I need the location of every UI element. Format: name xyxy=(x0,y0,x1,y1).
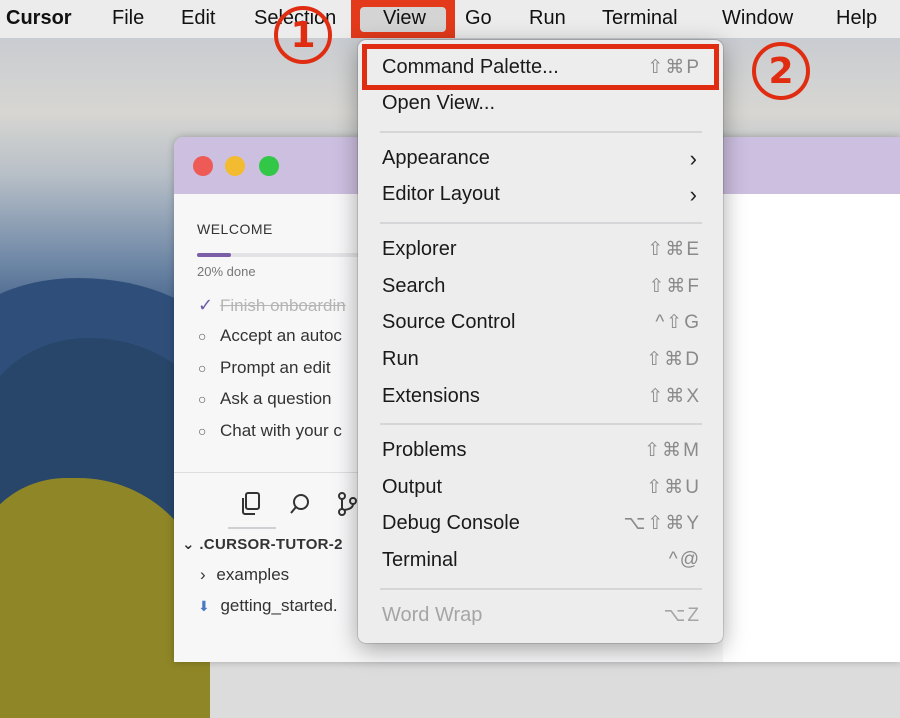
zoom-window-button[interactable] xyxy=(259,156,279,176)
chevron-down-icon: ⌄ xyxy=(182,536,195,553)
menu-item-source-control[interactable]: Source Control ^⇧G xyxy=(358,307,723,341)
task-item[interactable]: ○ Ask a question xyxy=(198,389,332,409)
menu-item-label: Source Control xyxy=(382,311,516,333)
menu-separator xyxy=(380,131,702,133)
annotation-number-1: 1 xyxy=(274,6,332,64)
menu-item-label: Extensions xyxy=(382,385,480,407)
menu-item-problems[interactable]: Problems ⇧⌘M xyxy=(358,435,723,469)
files-icon[interactable] xyxy=(238,491,264,517)
active-view-indicator xyxy=(228,527,276,529)
shortcut-label: ⇧⌘U xyxy=(646,477,701,498)
menu-item-debug-console[interactable]: Debug Console ⌥⇧⌘Y xyxy=(358,508,723,542)
task-label: Prompt an edit xyxy=(220,358,331,377)
chevron-right-icon: › xyxy=(689,182,697,207)
menu-item-label: Output xyxy=(382,476,443,498)
menu-bar: Cursor File Edit Selection View Go Run T… xyxy=(0,0,900,38)
task-label: Ask a question xyxy=(220,389,332,408)
menu-edit[interactable]: Edit xyxy=(181,7,215,30)
shortcut-label: ⇧⌘X xyxy=(647,386,701,407)
shortcut-label: ^@ xyxy=(668,549,701,570)
shortcut-label: ⇧⌘F xyxy=(648,276,701,297)
menu-item-terminal[interactable]: Terminal ^@ xyxy=(358,545,723,579)
onboarding-progress-fill xyxy=(197,253,231,257)
search-icon[interactable] xyxy=(287,491,313,517)
chevron-right-icon: › xyxy=(689,146,697,171)
welcome-title: WELCOME xyxy=(197,221,273,237)
shortcut-label: ^⇧G xyxy=(655,312,701,333)
menu-item-label: Appearance xyxy=(382,147,490,169)
menu-item-editor-layout[interactable]: Editor Layout › xyxy=(358,179,723,213)
task-item[interactable]: ○ Accept an autoc xyxy=(198,326,342,346)
tree-item-label: examples xyxy=(216,565,290,584)
menu-item-label: Explorer xyxy=(382,238,457,260)
markdown-file-icon: ⬇ xyxy=(198,598,210,614)
menu-item-run[interactable]: Run ⇧⌘D xyxy=(358,344,723,378)
menu-terminal[interactable]: Terminal xyxy=(602,7,678,30)
tree-item-label: getting_started. xyxy=(220,596,338,615)
menu-separator xyxy=(380,423,702,425)
menu-help[interactable]: Help xyxy=(836,7,877,30)
source-control-icon[interactable] xyxy=(334,491,360,517)
menu-item-word-wrap: Word Wrap ⌥Z xyxy=(358,600,723,634)
menu-item-label: Command Palette... xyxy=(382,56,559,78)
menu-file[interactable]: File xyxy=(112,7,144,30)
menu-item-label: Search xyxy=(382,275,446,297)
shortcut-label: ⌥Z xyxy=(663,605,701,626)
task-item[interactable]: ✓ Finish onboardin xyxy=(198,295,346,316)
shortcut-label: ⇧⌘D xyxy=(646,349,701,370)
onboarding-progress-text: 20% done xyxy=(197,264,256,279)
menu-item-output[interactable]: Output ⇧⌘U xyxy=(358,472,723,506)
minimize-window-button[interactable] xyxy=(225,156,245,176)
task-label: Chat with your c xyxy=(220,421,342,440)
view-menu-dropdown: Command Palette... ⇧⌘P Open View... Appe… xyxy=(358,40,723,643)
circle-icon: ○ xyxy=(198,391,207,407)
menu-item-label: Editor Layout xyxy=(382,183,500,205)
circle-icon: ○ xyxy=(198,328,207,344)
circle-icon: ○ xyxy=(198,423,207,439)
menu-go[interactable]: Go xyxy=(465,7,492,30)
checkmark-icon: ✓ xyxy=(198,295,214,315)
chevron-right-icon: › xyxy=(200,565,206,584)
task-label: Finish onboardin xyxy=(220,296,346,315)
task-label: Accept an autoc xyxy=(220,326,342,345)
shortcut-label: ⇧⌘M xyxy=(644,440,701,461)
menu-view[interactable]: View xyxy=(383,7,426,30)
menu-item-label: Run xyxy=(382,348,419,370)
menu-item-extensions[interactable]: Extensions ⇧⌘X xyxy=(358,381,723,415)
circle-icon: ○ xyxy=(198,360,207,376)
tree-item-getting-started[interactable]: ⬇ getting_started. xyxy=(198,596,338,616)
menu-run[interactable]: Run xyxy=(529,7,566,30)
shortcut-label: ⇧⌘P xyxy=(647,57,701,78)
menu-item-label: Debug Console xyxy=(382,512,520,534)
menu-item-label: Open View... xyxy=(382,92,496,114)
task-item[interactable]: ○ Chat with your c xyxy=(198,421,342,441)
menu-item-search[interactable]: Search ⇧⌘F xyxy=(358,271,723,305)
close-window-button[interactable] xyxy=(193,156,213,176)
menu-window[interactable]: Window xyxy=(722,7,793,30)
menu-item-label: Terminal xyxy=(382,549,458,571)
editor-area xyxy=(723,194,900,662)
menu-item-label: Problems xyxy=(382,439,467,461)
menu-item-appearance[interactable]: Appearance › xyxy=(358,143,723,177)
app-menu-cursor[interactable]: Cursor xyxy=(6,7,72,30)
menu-item-open-view[interactable]: Open View... xyxy=(358,88,723,122)
menu-separator xyxy=(380,588,702,590)
task-item[interactable]: ○ Prompt an edit xyxy=(198,358,331,378)
menu-item-label: Word Wrap xyxy=(382,604,483,626)
tree-item-examples[interactable]: › examples xyxy=(200,565,289,585)
menu-separator xyxy=(380,222,702,224)
onboarding-progress-bar xyxy=(197,253,367,257)
shortcut-label: ⇧⌘E xyxy=(647,239,701,260)
menu-item-explorer[interactable]: Explorer ⇧⌘E xyxy=(358,234,723,268)
annotation-number-2: 2 xyxy=(752,42,810,100)
folder-name: .CURSOR-TUTOR-2 xyxy=(199,536,343,553)
menu-item-command-palette[interactable]: Command Palette... ⇧⌘P xyxy=(358,52,723,86)
explorer-folder-header[interactable]: ⌄ .CURSOR-TUTOR-2 xyxy=(182,535,343,553)
shortcut-label: ⌥⇧⌘Y xyxy=(623,513,701,534)
